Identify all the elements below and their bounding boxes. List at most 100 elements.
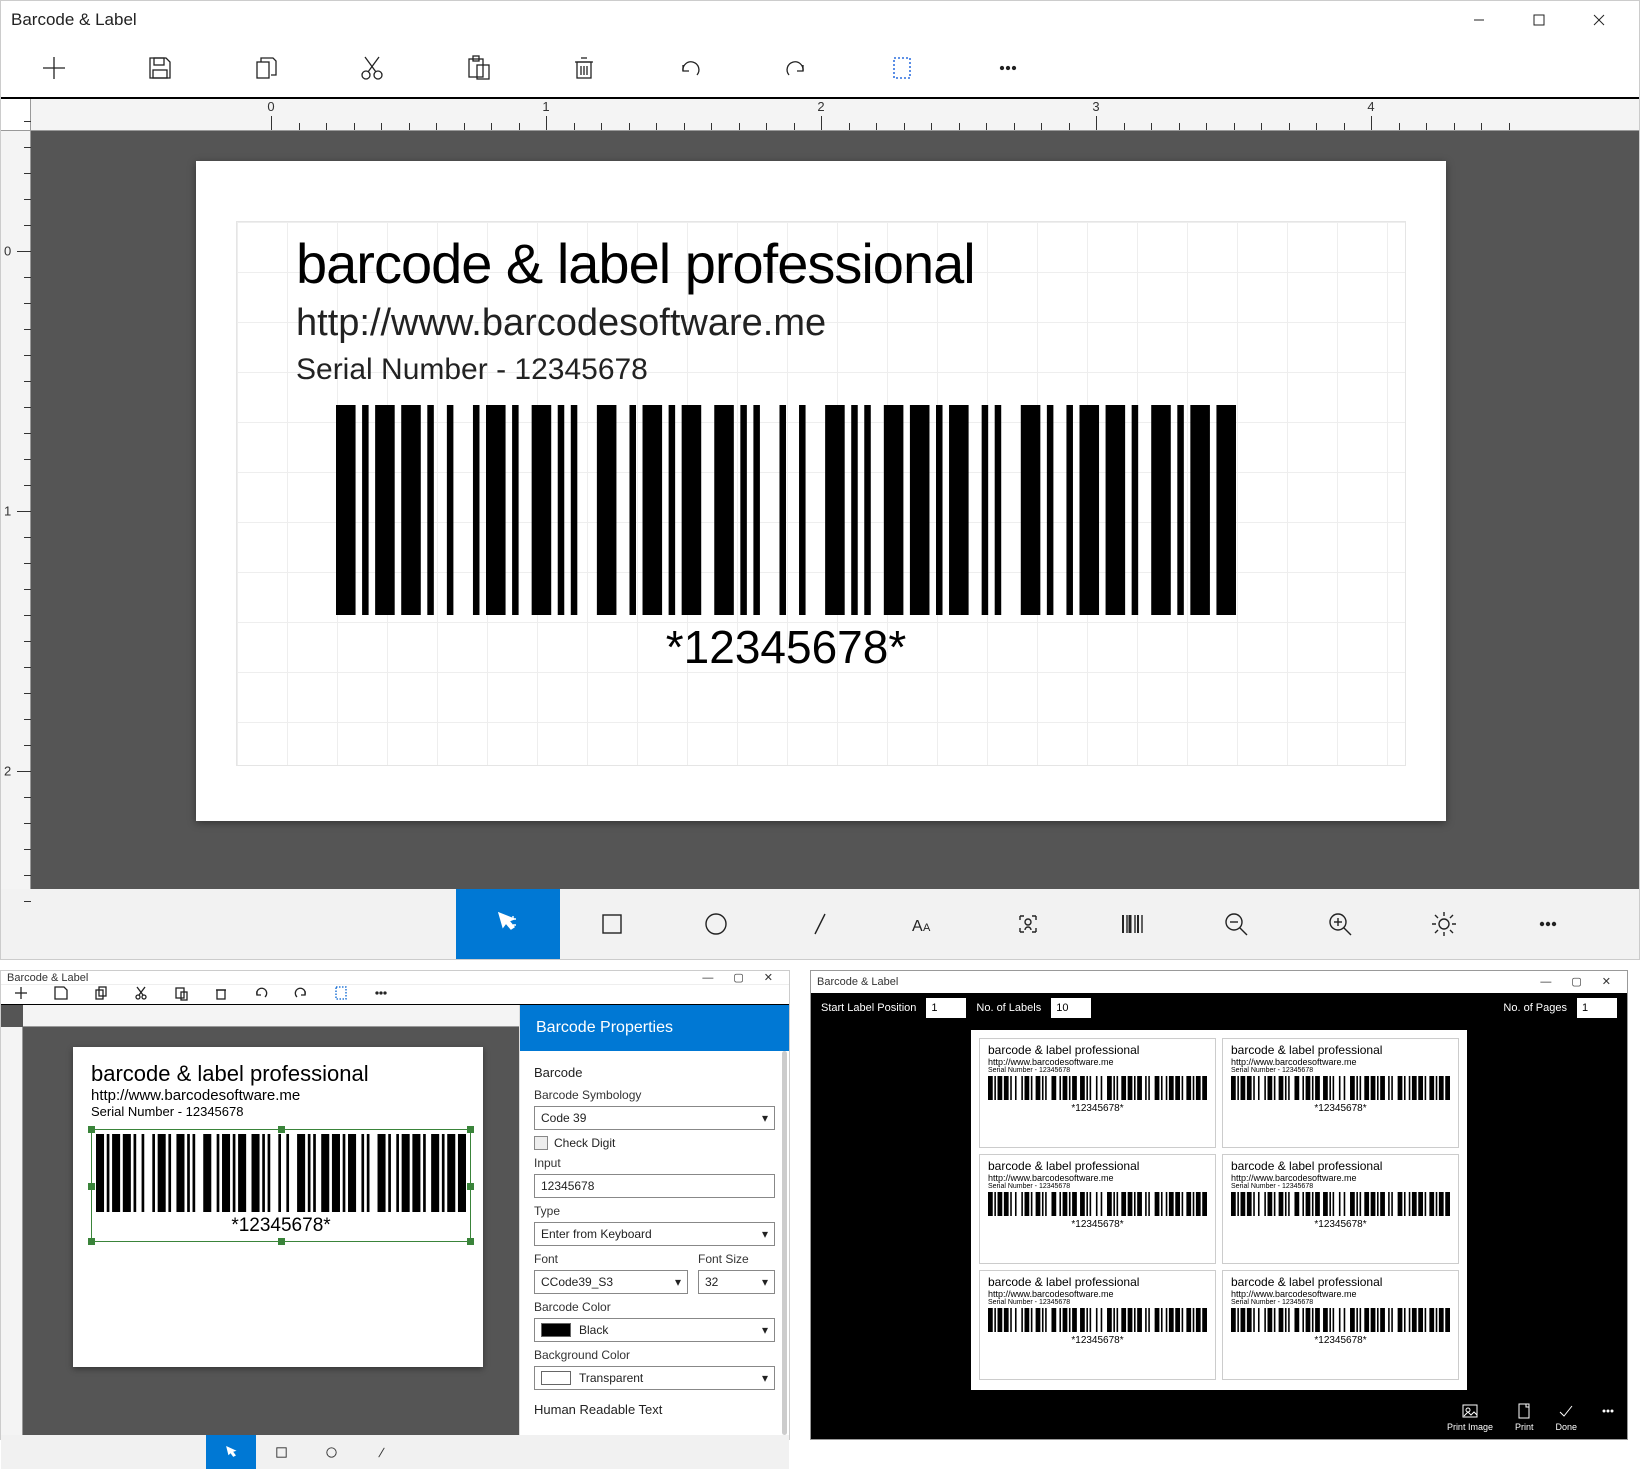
text-tool[interactable]: AA [872, 889, 976, 959]
bl-barcode-selected[interactable]: *12345678* [91, 1129, 471, 1242]
nlabels-label: No. of Labels [976, 1002, 1041, 1014]
br-max-icon[interactable]: ▢ [1561, 975, 1591, 988]
bl-save-icon[interactable] [53, 985, 69, 1004]
bl-close-icon[interactable]: ✕ [754, 971, 783, 984]
undo-button[interactable] [637, 38, 743, 98]
npages-label: No. of Pages [1503, 1002, 1567, 1014]
nlabels-input[interactable]: 10 [1051, 998, 1091, 1018]
bg-color-select[interactable]: Transparent▾ [534, 1366, 775, 1390]
minimize-button[interactable] [1449, 1, 1509, 39]
delete-button[interactable] [531, 38, 637, 98]
br-more-button[interactable] [1599, 1402, 1617, 1432]
print-button[interactable]: Print [1515, 1402, 1534, 1432]
bl-circle-tool[interactable] [306, 1435, 356, 1469]
bl-canvas[interactable]: barcode & label professional http://www.… [1, 1005, 519, 1435]
br-close-icon[interactable]: ✕ [1592, 975, 1621, 988]
mini-label: barcode & label professionalhttp://www.b… [1222, 1154, 1459, 1264]
bl-line-tool[interactable] [356, 1435, 406, 1469]
bl-cut-icon[interactable] [133, 985, 149, 1004]
zoom-in-button[interactable] [1288, 889, 1392, 959]
font-select[interactable]: CCode39_S3▾ [534, 1270, 688, 1294]
bl-rect-tool[interactable] [256, 1435, 306, 1469]
close-button[interactable] [1569, 1, 1629, 39]
bl-page-icon[interactable] [333, 985, 349, 1004]
bl-min-icon[interactable]: — [692, 972, 723, 984]
mini-label: barcode & label professionalhttp://www.b… [979, 1038, 1216, 1148]
ruler-row: 01234 [1, 99, 1639, 131]
bl-title: Barcode & Label [7, 972, 88, 984]
ruler-vertical: 012 [1, 131, 31, 889]
done-button[interactable]: Done [1555, 1402, 1577, 1432]
props-section-barcode: Barcode [534, 1065, 775, 1080]
copy-button[interactable] [213, 38, 319, 98]
label-url[interactable]: http://www.barcodesoftware.me [296, 302, 1406, 345]
barcode-color-select[interactable]: Black▾ [534, 1318, 775, 1342]
check-digit-checkbox[interactable]: Check Digit [534, 1136, 775, 1150]
redo-button[interactable] [743, 38, 849, 98]
br-title: Barcode & Label [817, 976, 898, 988]
font-size-label: Font Size [698, 1252, 775, 1266]
start-label-input[interactable]: 1 [926, 998, 966, 1018]
label-page[interactable]: barcode & label professional http://www.… [196, 161, 1446, 821]
maximize-button[interactable] [1509, 1, 1569, 39]
editor-window-small: Barcode & Label — ▢ ✕ barcode & label pr… [0, 970, 790, 1440]
label-serial[interactable]: Serial Number - 12345678 [296, 353, 1406, 387]
bl-paste-icon[interactable] [173, 985, 189, 1004]
paste-button[interactable] [425, 38, 531, 98]
bl-redo-icon[interactable] [293, 985, 309, 1004]
bl-title-text[interactable]: barcode & label professional [91, 1061, 465, 1087]
preview-toolbar: Print Image Print Done [811, 1396, 1627, 1439]
more-button[interactable] [955, 38, 1061, 98]
bl-undo-icon[interactable] [253, 985, 269, 1004]
symbology-select[interactable]: Code 39▾ [534, 1106, 775, 1130]
bl-url-text[interactable]: http://www.barcodesoftware.me [91, 1087, 465, 1104]
pointer-tool[interactable] [456, 889, 560, 959]
preview-options: Start Label Position 1 No. of Labels 10 … [811, 993, 1627, 1024]
main-toolbar [1, 39, 1639, 99]
bl-max-icon[interactable]: ▢ [723, 971, 753, 984]
type-select[interactable]: Enter from Keyboard▾ [534, 1222, 775, 1246]
image-tool[interactable] [976, 889, 1080, 959]
bl-page[interactable]: barcode & label professional http://www.… [73, 1047, 483, 1367]
bl-serial-text[interactable]: Serial Number - 12345678 [91, 1104, 465, 1119]
bl-toolbar [1, 984, 789, 1005]
font-label: Font [534, 1252, 688, 1266]
input-field[interactable]: 12345678 [534, 1174, 775, 1198]
barcode-tool[interactable] [1080, 889, 1184, 959]
mini-label: barcode & label professionalhttp://www.b… [1222, 1038, 1459, 1148]
app-title: Barcode & Label [11, 10, 1449, 30]
npages-input[interactable]: 1 [1577, 998, 1617, 1018]
ruler-horizontal: 01234 [31, 99, 1639, 131]
bl-ruler-h [23, 1005, 519, 1027]
line-tool[interactable] [768, 889, 872, 959]
bl-pointer-tool[interactable] [206, 1435, 256, 1469]
design-surface[interactable]: barcode & label professional http://www.… [31, 131, 1639, 889]
save-button[interactable] [107, 38, 213, 98]
barcode-object[interactable]: *12345678* [336, 405, 1236, 674]
cut-button[interactable] [319, 38, 425, 98]
print-preview-window: Barcode & Label — ▢ ✕ Start Label Positi… [810, 970, 1628, 1440]
hr-text-section: Human Readable Text [534, 1402, 775, 1417]
bl-new-icon[interactable] [13, 985, 29, 1004]
font-size-select[interactable]: 32▾ [698, 1270, 775, 1294]
bl-ruler-v [1, 1027, 23, 1435]
settings-button[interactable] [1392, 889, 1496, 959]
bl-barcode-text: *12345678* [96, 1215, 466, 1237]
bg-color-label: Background Color [534, 1348, 775, 1362]
label-title[interactable]: barcode & label professional [296, 231, 1406, 296]
preview-area[interactable]: barcode & label professionalhttp://www.b… [811, 1024, 1627, 1396]
br-min-icon[interactable]: — [1530, 976, 1561, 988]
tools-toolbar: AA [1, 889, 1639, 959]
rectangle-tool[interactable] [560, 889, 664, 959]
page-setup-button[interactable] [849, 38, 955, 98]
properties-panel: Barcode Properties Barcode Barcode Symbo… [519, 1005, 789, 1435]
bl-copy-icon[interactable] [93, 985, 109, 1004]
new-button[interactable] [1, 38, 107, 98]
bl-more-icon[interactable] [373, 985, 389, 1004]
workspace: 012 barcode & label professional http://… [1, 131, 1639, 889]
bl-delete-icon[interactable] [213, 985, 229, 1004]
zoom-out-button[interactable] [1184, 889, 1288, 959]
ellipse-tool[interactable] [664, 889, 768, 959]
print-image-button[interactable]: Print Image [1447, 1402, 1493, 1432]
overflow-button[interactable] [1496, 889, 1600, 959]
